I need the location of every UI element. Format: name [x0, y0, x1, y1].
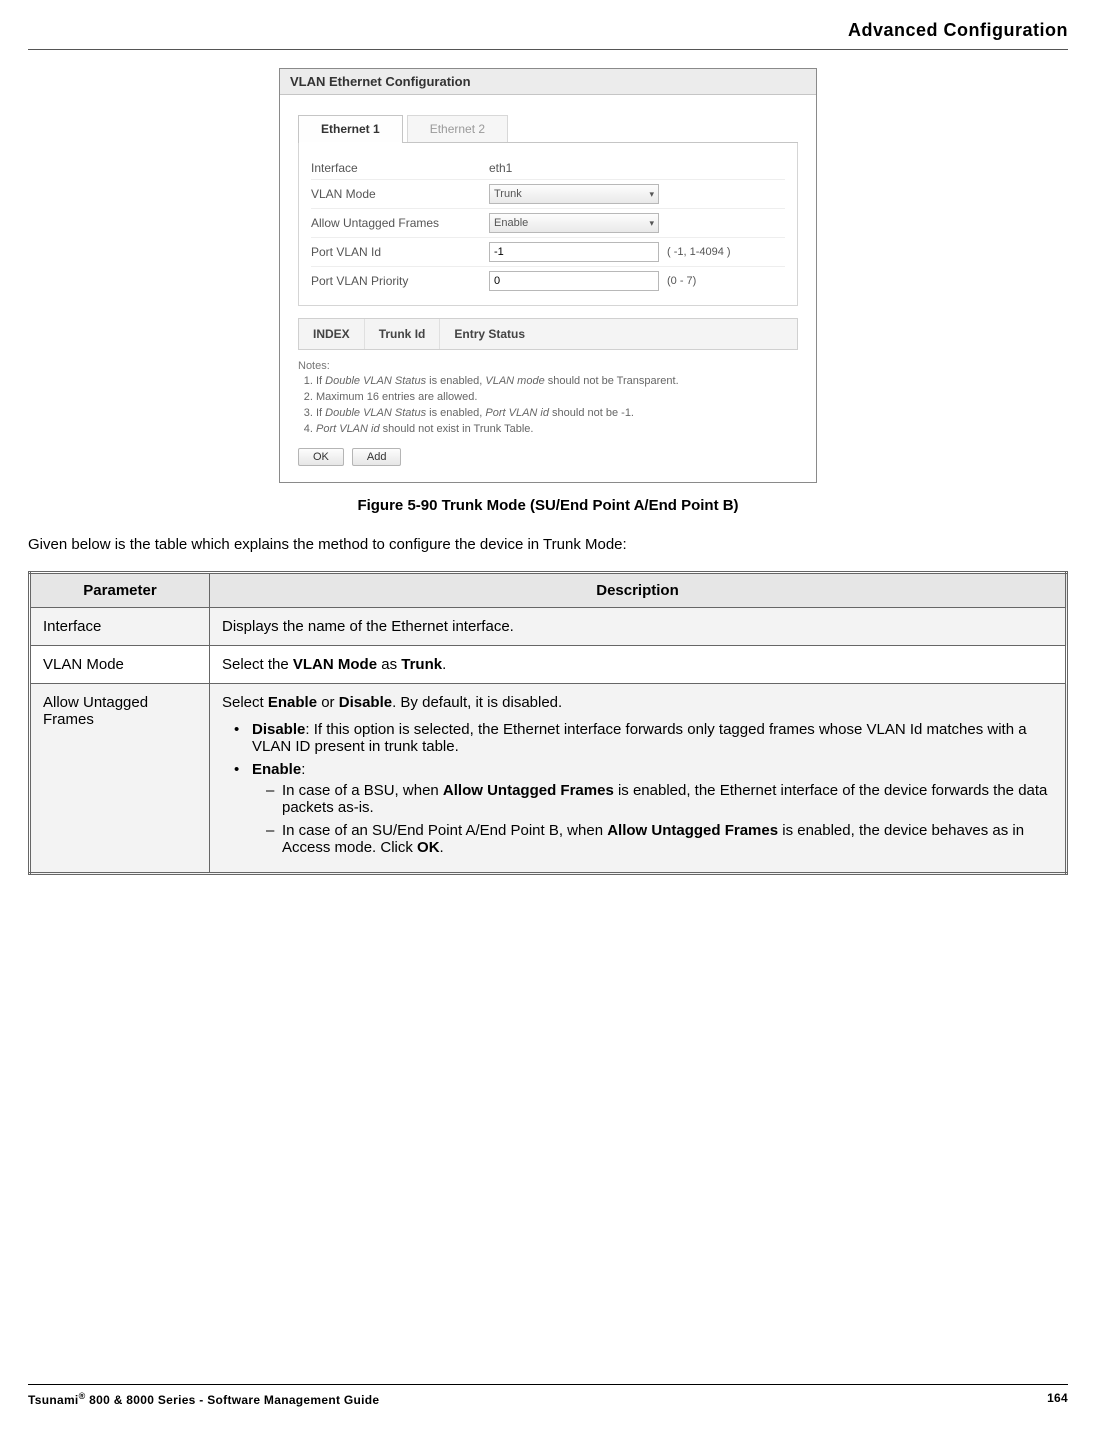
note-2: Maximum 16 entries are allowed.: [316, 390, 798, 405]
header-rule: [28, 49, 1068, 50]
vlan-config-screenshot: VLAN Ethernet Configuration Ethernet 1 E…: [279, 68, 817, 483]
row-port-vlan-priority: Port VLAN Priority (0 - 7): [311, 267, 785, 295]
interface-label: Interface: [311, 161, 489, 175]
param-interface: Interface: [30, 608, 210, 646]
param-allow-untagged: Allow Untagged Frames: [30, 684, 210, 874]
chevron-down-icon: ▾: [649, 218, 654, 229]
port-vlan-id-hint: ( -1, 1-4094 ): [667, 246, 731, 258]
desc-interface: Displays the name of the Ethernet interf…: [210, 608, 1067, 646]
button-row: OK Add: [298, 448, 798, 466]
port-vlan-priority-input[interactable]: [489, 271, 659, 291]
th-description: Description: [210, 573, 1067, 608]
note-4: Port VLAN id should not exist in Trunk T…: [316, 422, 798, 437]
row-vlan-mode: VLAN Mode Trunk ▾: [311, 180, 785, 209]
desc-allow-untagged: Select Enable or Disable. By default, it…: [210, 684, 1067, 874]
intro-text: Given below is the table which explains …: [28, 536, 1068, 553]
trunk-table-header: INDEX Trunk Id Entry Status: [298, 318, 798, 350]
vlan-mode-value: Trunk: [494, 188, 522, 200]
vlan-mode-label: VLAN Mode: [311, 187, 489, 201]
bullet-enable: Enable: In case of a BSU, when Allow Unt…: [252, 761, 1053, 856]
desc-vlan-mode: Select the VLAN Mode as Trunk.: [210, 646, 1067, 684]
note-1: If Double VLAN Status is enabled, VLAN m…: [316, 374, 798, 389]
panel-title: VLAN Ethernet Configuration: [280, 69, 816, 95]
footer-guide-name: Tsunami® 800 & 8000 Series - Software Ma…: [28, 1391, 379, 1407]
port-vlan-id-input[interactable]: [489, 242, 659, 262]
page-number: 164: [1047, 1391, 1068, 1407]
page-footer: Tsunami® 800 & 8000 Series - Software Ma…: [28, 1384, 1068, 1407]
footer-rule: [28, 1384, 1068, 1385]
vlan-mode-select[interactable]: Trunk ▾: [489, 184, 659, 204]
param-vlan-mode: VLAN Mode: [30, 646, 210, 684]
th-entry-status: Entry Status: [440, 319, 797, 349]
tabs: Ethernet 1 Ethernet 2: [298, 115, 798, 143]
sub-bsu: In case of a BSU, when Allow Untagged Fr…: [282, 782, 1053, 816]
chapter-title: Advanced Configuration: [28, 20, 1068, 41]
ok-button[interactable]: OK: [298, 448, 344, 466]
note-3: If Double VLAN Status is enabled, Port V…: [316, 406, 798, 421]
row-interface: Interface eth1: [311, 157, 785, 180]
port-vlan-priority-hint: (0 - 7): [667, 275, 696, 287]
tab-ethernet2[interactable]: Ethernet 2: [407, 115, 508, 142]
th-trunk-id: Trunk Id: [365, 319, 441, 349]
port-vlan-priority-label: Port VLAN Priority: [311, 274, 489, 288]
notes-label: Notes:: [298, 360, 798, 372]
tab-ethernet1[interactable]: Ethernet 1: [298, 115, 403, 142]
chevron-down-icon: ▾: [649, 189, 654, 200]
interface-value: eth1: [489, 161, 785, 175]
allow-untagged-value: Enable: [494, 217, 528, 229]
sub-su: In case of an SU/End Point A/End Point B…: [282, 822, 1053, 856]
allow-untagged-select[interactable]: Enable ▾: [489, 213, 659, 233]
notes-list: If Double VLAN Status is enabled, VLAN m…: [298, 374, 798, 436]
parameter-table: Parameter Description Interface Displays…: [28, 571, 1068, 875]
th-parameter: Parameter: [30, 573, 210, 608]
add-button[interactable]: Add: [352, 448, 402, 466]
bullet-disable: Disable: If this option is selected, the…: [252, 721, 1053, 755]
th-index: INDEX: [299, 319, 365, 349]
port-vlan-id-label: Port VLAN Id: [311, 245, 489, 259]
form-area: Interface eth1 VLAN Mode Trunk ▾ Allow U…: [298, 143, 798, 306]
row-allow-untagged: Allow Untagged Frames Enable ▾: [311, 209, 785, 238]
row-port-vlan-id: Port VLAN Id ( -1, 1-4094 ): [311, 238, 785, 267]
allow-untagged-label: Allow Untagged Frames: [311, 216, 489, 230]
figure-caption: Figure 5-90 Trunk Mode (SU/End Point A/E…: [28, 497, 1068, 514]
